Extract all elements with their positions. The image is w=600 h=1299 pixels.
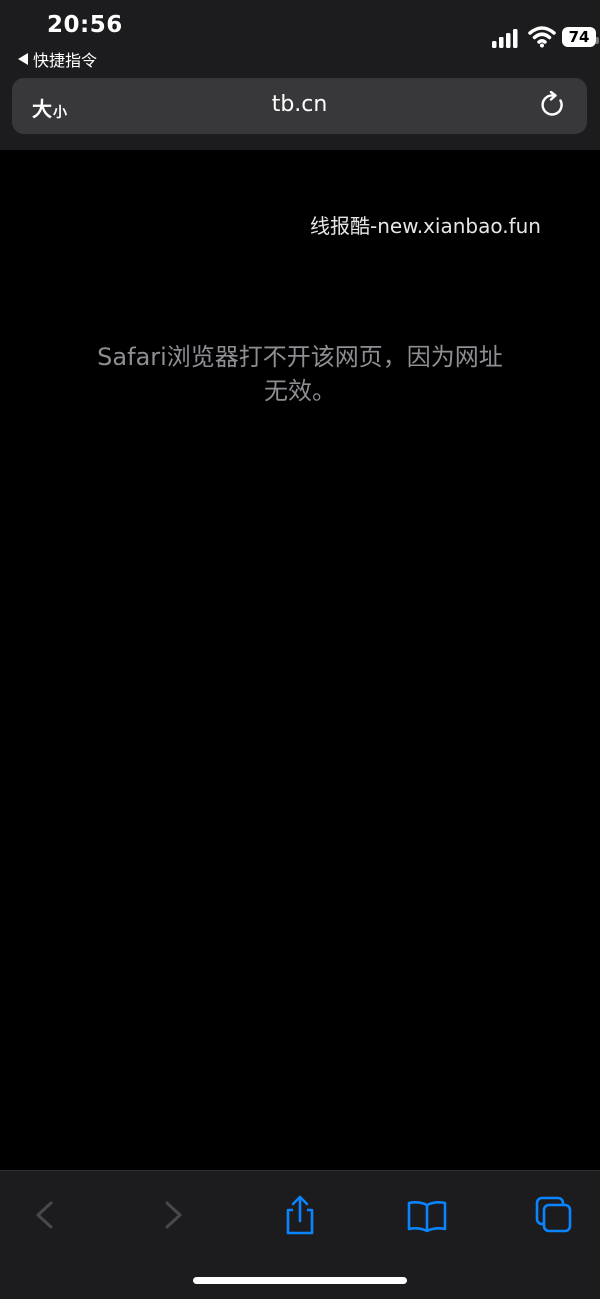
error-line-1: Safari浏览器打不开该网页，因为网址 [97, 343, 503, 371]
tabs-button[interactable] [531, 1193, 575, 1237]
share-icon [286, 1195, 314, 1235]
forward-icon [165, 1201, 182, 1229]
watermark-text: 线报酷-new.xianbao.fun [310, 214, 541, 238]
share-button[interactable] [278, 1193, 322, 1237]
home-indicator[interactable] [193, 1277, 407, 1284]
tabs-icon [535, 1196, 572, 1233]
top-chrome: 20:56 快捷指令 74 大 小 tb.cn [0, 0, 600, 150]
wifi-icon [528, 26, 556, 48]
error-message: Safari浏览器打不开该网页，因为网址 无效。 [70, 340, 530, 408]
back-button[interactable] [22, 1193, 66, 1237]
battery-nub [596, 37, 599, 44]
address-bar[interactable]: 大 小 tb.cn [12, 78, 587, 134]
reload-icon[interactable] [539, 91, 567, 119]
back-to-app-link[interactable]: 快捷指令 [18, 47, 97, 71]
forward-button[interactable] [152, 1193, 196, 1237]
bookmarks-button[interactable] [405, 1193, 449, 1237]
url-text[interactable]: tb.cn [12, 92, 587, 117]
battery-indicator: 74 [562, 27, 599, 47]
back-icon [36, 1201, 53, 1229]
cellular-signal-icon [492, 29, 518, 48]
bookmarks-icon [407, 1201, 447, 1233]
back-triangle-icon [18, 53, 28, 65]
back-app-label: 快捷指令 [33, 51, 98, 70]
error-line-2: 无效。 [264, 377, 336, 405]
status-time: 20:56 [47, 12, 123, 38]
battery-level: 74 [568, 28, 590, 46]
